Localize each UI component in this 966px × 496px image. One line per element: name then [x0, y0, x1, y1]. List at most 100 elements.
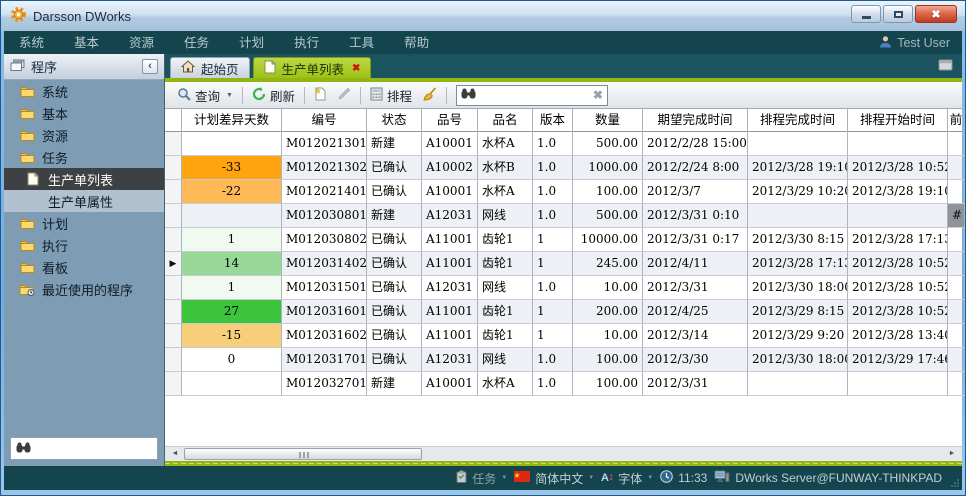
resize-grip-icon[interactable] [950, 478, 959, 487]
table-row[interactable]: M012030801新建A12031网线1.0500.002012/3/31 0… [165, 204, 962, 228]
sidebar-item-生产单列表[interactable]: 生产单列表 [4, 168, 164, 190]
home-icon [181, 60, 195, 76]
new-button[interactable] [309, 85, 332, 106]
close-button[interactable]: ✖ [915, 5, 957, 23]
cell-sched_start: 2012/3/28 10:52 [848, 156, 948, 180]
cell-overflow [948, 276, 965, 300]
menu-item-资源[interactable]: 资源 [114, 31, 169, 54]
clipboard-icon [456, 470, 467, 486]
table-row[interactable]: M012021301新建A10001水杯A1.0500.002012/2/28 … [165, 132, 962, 156]
window-pin-icon[interactable] [938, 59, 953, 74]
language-menu[interactable]: 简体中文 ▼ [514, 470, 594, 487]
edit-button[interactable] [332, 85, 356, 106]
cell-sched_finish: 2012/3/29 9:20 [748, 324, 848, 348]
sidebar-item-计划[interactable]: 计划 [4, 212, 164, 234]
sidebar-item-label: 生产单属性 [48, 192, 113, 211]
toolbar-search-input[interactable] [480, 87, 589, 103]
table-row[interactable]: -33M012021302已确认A10002水杯B1.01000.002012/… [165, 156, 962, 180]
row-indicator-cell [165, 372, 182, 396]
menu-item-基本[interactable]: 基本 [59, 31, 114, 54]
cell-expect_finish: 2012/3/7 [643, 180, 748, 204]
cell-diff [182, 372, 282, 396]
table-row[interactable]: 0M012031701已确认A12031网线1.0100.002012/3/30… [165, 348, 962, 372]
sidebar-item-执行[interactable]: 执行 [4, 234, 164, 256]
cell-item_no: A12031 [422, 348, 478, 372]
clear-search-icon[interactable]: ✖ [593, 88, 603, 102]
sidebar-header-label: 程序 [31, 57, 57, 76]
cell-qty: 1000.00 [573, 156, 643, 180]
cell-order_no: M012031701 [282, 348, 367, 372]
tab-生产单列表[interactable]: 生产单列表 ✖ [253, 57, 372, 78]
cell-status: 新建 [367, 372, 422, 396]
cell-version: 1.0 [533, 276, 573, 300]
sidebar-item-资源[interactable]: 资源 [4, 124, 164, 146]
cell-status: 已确认 [367, 276, 422, 300]
query-button[interactable]: 查询 ▼ [172, 84, 238, 107]
column-header-expect_finish[interactable]: 期望完成时间 [643, 109, 748, 132]
cell-sched_finish: 2012/3/29 8:15 [748, 300, 848, 324]
cell-status: 已确认 [367, 156, 422, 180]
clean-button[interactable] [417, 85, 442, 106]
menu-item-系统[interactable]: 系统 [4, 31, 59, 54]
horizontal-scrollbar[interactable]: ◄ ► [165, 446, 962, 461]
refresh-button[interactable]: 刷新 [247, 84, 300, 107]
cell-sched_start [848, 132, 948, 156]
tab-起始页[interactable]: 起始页 [170, 57, 250, 78]
table-row[interactable]: 1M012030802已确认A11001齿轮1110000.002012/3/3… [165, 228, 962, 252]
sidebar-collapse-button[interactable]: ‹ [142, 59, 158, 74]
app-gear-icon [10, 6, 27, 26]
table-row[interactable]: -22M012021401已确认A10001水杯A1.0100.002012/3… [165, 180, 962, 204]
table-row[interactable]: -15M012031602已确认A11001齿轮1110.002012/3/14… [165, 324, 962, 348]
column-header-item_no[interactable]: 品号 [422, 109, 478, 132]
sidebar-item-看板[interactable]: 看板 [4, 256, 164, 278]
cell-sched_start: 2012/3/28 13:40 [848, 324, 948, 348]
task-menu[interactable]: 任务 ▼ [456, 470, 507, 487]
menu-item-帮助[interactable]: 帮助 [389, 31, 444, 54]
column-header-item_name[interactable]: 品名 [478, 109, 533, 132]
cell-version: 1.0 [533, 348, 573, 372]
cell-overflow [948, 372, 965, 396]
table-row[interactable]: 27M012031601已确认A11001齿轮11200.002012/4/25… [165, 300, 962, 324]
cell-order_no: M012031501 [282, 276, 367, 300]
table-row[interactable]: ▶14M012031402已确认A11001齿轮11245.002012/4/1… [165, 252, 962, 276]
sidebar-item-生产单属性[interactable]: 生产单属性 [4, 190, 164, 212]
column-header-status[interactable]: 状态 [367, 109, 422, 132]
table-row[interactable]: 1M012031501已确认A12031网线1.010.002012/3/312… [165, 276, 962, 300]
column-header-version[interactable]: 版本 [533, 109, 573, 132]
tab-close-icon[interactable]: ✖ [352, 63, 360, 74]
menu-item-执行[interactable]: 执行 [279, 31, 334, 54]
cell-order_no: M012021302 [282, 156, 367, 180]
user-area[interactable]: Test User [879, 35, 962, 51]
minimize-button[interactable] [851, 5, 881, 23]
column-header-qty[interactable]: 数量 [573, 109, 643, 132]
maximize-button[interactable] [883, 5, 913, 23]
menu-item-计划[interactable]: 计划 [224, 31, 279, 54]
tab-label: 生产单列表 [282, 59, 345, 78]
scrollbar-thumb[interactable] [184, 448, 422, 460]
cell-overflow [948, 300, 965, 324]
cell-expect_finish: 2012/4/25 [643, 300, 748, 324]
column-header-sched_start[interactable]: 排程开始时间 [848, 109, 948, 132]
menu-item-任务[interactable]: 任务 [169, 31, 224, 54]
schedule-button[interactable]: 排程 [365, 84, 417, 107]
sidebar-item-任务[interactable]: 任务 [4, 146, 164, 168]
sidebar-item-系统[interactable]: 系统 [4, 80, 164, 102]
table-row[interactable]: M012032701新建A10001水杯A1.0100.002012/3/31 [165, 372, 962, 396]
caret-down-icon: ▼ [588, 475, 594, 481]
column-header-overflow[interactable]: 前 [948, 109, 965, 132]
font-menu[interactable]: A 字体 ▼ [601, 470, 653, 487]
cell-item_name: 网线 [478, 348, 533, 372]
column-header-sched_finish[interactable]: 排程完成时间 [748, 109, 848, 132]
cell-sched_start [848, 372, 948, 396]
menu-item-工具[interactable]: 工具 [334, 31, 389, 54]
tab-bar: 起始页 生产单列表 ✖ [165, 54, 962, 78]
scroll-left-icon[interactable]: ◄ [167, 447, 183, 461]
toolbar-separator [446, 87, 447, 104]
column-header-diff[interactable]: 计划差异天数 [182, 109, 282, 132]
column-header-order_no[interactable]: 编号 [282, 109, 367, 132]
scroll-right-icon[interactable]: ► [944, 447, 960, 461]
sidebar-item-基本[interactable]: 基本 [4, 102, 164, 124]
cell-order_no: M012032701 [282, 372, 367, 396]
menu-bar: 系统基本资源任务计划执行工具帮助 Test User [4, 31, 962, 54]
sidebar-item-最近使用的程序[interactable]: 最近使用的程序 [4, 278, 164, 300]
